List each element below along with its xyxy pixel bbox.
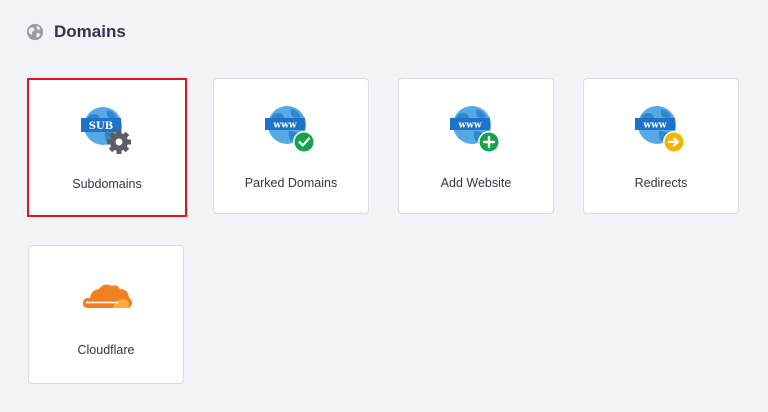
subdomain-globe-icon: SUB xyxy=(81,107,131,154)
www-text: www xyxy=(457,121,481,131)
subdomains-card[interactable]: SUB Subdomains xyxy=(27,78,187,217)
sub-text: SUB xyxy=(89,121,113,132)
check-badge-icon xyxy=(293,131,315,153)
www-globe-icon: www xyxy=(265,106,315,153)
card-label: Add Website xyxy=(440,176,512,190)
gear-icon xyxy=(107,130,131,154)
page-title: Domains xyxy=(54,22,126,41)
cloudflare-card[interactable]: Cloudflare xyxy=(28,245,184,384)
www-text: www xyxy=(272,121,296,131)
www-text: www xyxy=(642,121,666,131)
section-header: Domains xyxy=(26,22,126,42)
card-label: Parked Domains xyxy=(244,176,338,190)
add-website-card[interactable]: www Add Website xyxy=(398,78,554,214)
card-label: Subdomains xyxy=(72,177,142,191)
cloudflare-icon xyxy=(82,284,132,308)
card-label: Cloudflare xyxy=(77,343,135,357)
arrow-badge-icon xyxy=(663,131,685,153)
www-globe-icon: www xyxy=(450,106,500,153)
globe-icon xyxy=(26,23,44,41)
www-globe-icon: www xyxy=(635,106,685,153)
redirects-card[interactable]: www Redirects xyxy=(583,78,739,214)
parked-domains-card[interactable]: www Parked Domains xyxy=(213,78,369,214)
plus-badge-icon xyxy=(478,131,500,153)
card-label: Redirects xyxy=(634,176,688,190)
